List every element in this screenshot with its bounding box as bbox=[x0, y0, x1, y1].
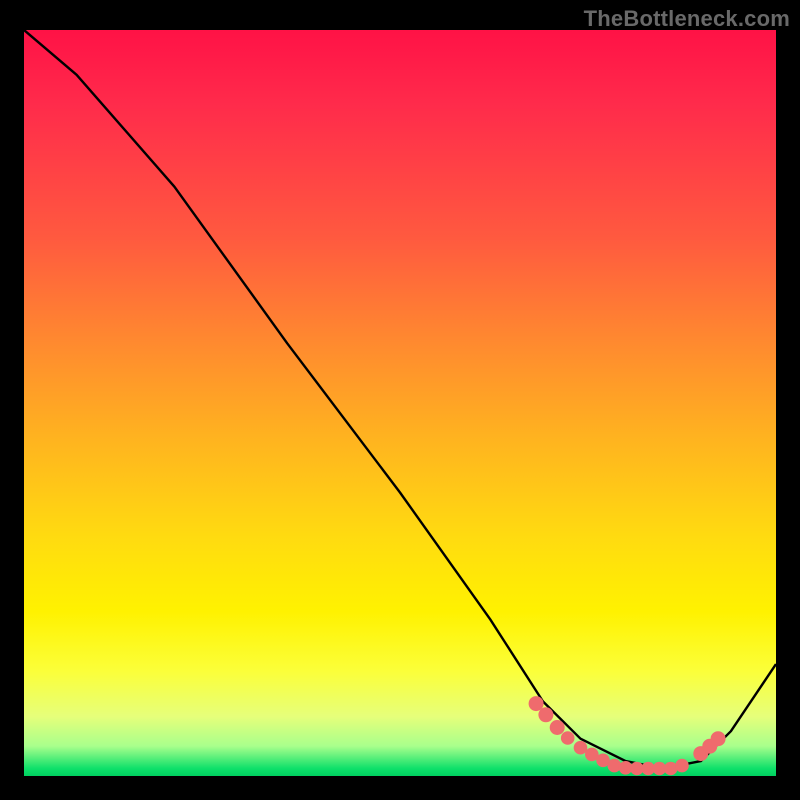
curve-svg bbox=[24, 30, 776, 776]
highlight-dot bbox=[675, 759, 689, 773]
highlight-dot bbox=[550, 720, 565, 735]
highlight-dots bbox=[529, 696, 726, 775]
attribution-text: TheBottleneck.com bbox=[584, 6, 790, 32]
bottleneck-curve bbox=[24, 30, 776, 769]
highlight-dot bbox=[574, 741, 588, 755]
highlight-dot bbox=[711, 731, 726, 746]
highlight-dot bbox=[561, 731, 575, 745]
highlight-dot bbox=[538, 707, 553, 722]
plot-area bbox=[24, 30, 776, 776]
chart-container: TheBottleneck.com bbox=[0, 0, 800, 800]
highlight-dot bbox=[608, 759, 622, 773]
